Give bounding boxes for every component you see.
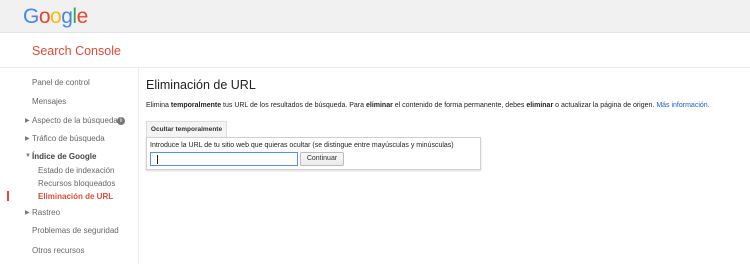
logo-letter-g1: G	[23, 5, 39, 28]
chevron-down-icon: ▼	[25, 153, 31, 159]
logo-letter-o2: o	[50, 5, 62, 28]
tab-ocultar-temporalmente[interactable]: Ocultar temporalmente	[146, 121, 227, 138]
sidebar-item-recursos-bloqueados[interactable]: Recursos bloqueados	[38, 179, 115, 188]
sidebar-item-panel-de-control[interactable]: Panel de control	[32, 78, 90, 87]
help-icon[interactable]: i	[117, 117, 125, 125]
logo-letter-o1: o	[38, 5, 51, 28]
sidebar-item-rastreo[interactable]: Rastreo	[32, 208, 60, 217]
sidebar-item-aspecto-busqueda[interactable]: Aspecto de la búsqueda	[32, 116, 118, 125]
url-removal-panel: Introduce la URL de tu sitio web que qui…	[146, 137, 481, 170]
url-input[interactable]	[150, 152, 298, 166]
sidebar-item-mensajes[interactable]: Mensajes	[32, 97, 66, 106]
sidebar-item-eliminacion-url[interactable]: Eliminación de URL	[38, 192, 113, 201]
sidebar-item-problemas-seguridad[interactable]: Problemas de seguridad	[32, 226, 119, 235]
page-title: Eliminación de URL	[146, 78, 256, 92]
desc-bold-2: eliminar	[365, 102, 393, 109]
desc-text-2: tus URL de los resultados de búsqueda. P…	[221, 102, 366, 109]
more-info-link[interactable]: Más información.	[656, 102, 709, 109]
product-bar: Search Console	[0, 34, 750, 68]
desc-bold-1: temporalmente	[170, 102, 222, 109]
desc-text-4: o actualizar la página de origen.	[553, 102, 657, 109]
continue-button[interactable]: Continuar	[300, 152, 344, 166]
logo-letter-g2: g	[61, 5, 73, 28]
chevron-right-icon: ▶	[25, 118, 30, 124]
text-cursor	[157, 155, 158, 164]
chevron-right-icon: ▶	[25, 136, 30, 142]
active-indicator	[7, 191, 9, 201]
desc-text-1: Elimina	[146, 102, 171, 109]
page-description: Elimina temporalmente tus URL de los res…	[146, 102, 710, 109]
logo-letter-e: e	[76, 5, 89, 28]
sidebar-item-estado-indexacion[interactable]: Estado de indexación	[38, 166, 115, 175]
desc-bold-3: eliminar	[526, 102, 554, 109]
sidebar-item-trafico-busqueda[interactable]: Tráfico de búsqueda	[32, 134, 105, 143]
product-title[interactable]: Search Console	[32, 44, 121, 58]
desc-text-3: el contenido de forma permanente, debes	[392, 102, 527, 109]
sidebar-item-otros-recursos[interactable]: Otros recursos	[32, 246, 84, 255]
url-field-label: Introduce la URL de tu sitio web que qui…	[150, 142, 454, 149]
google-logo[interactable]: Google	[23, 5, 88, 29]
sidebar-item-indice-google[interactable]: Índice de Google	[32, 152, 96, 161]
top-bar: Google	[0, 0, 750, 33]
chevron-right-icon: ▶	[25, 210, 30, 216]
